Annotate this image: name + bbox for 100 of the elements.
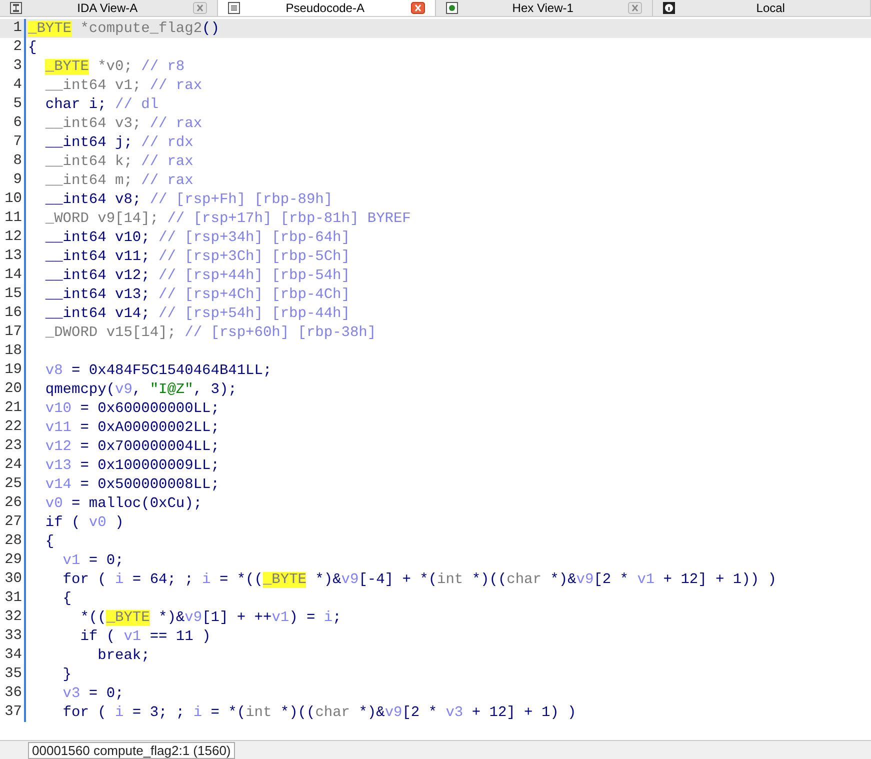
graph-icon xyxy=(10,2,22,14)
code-comment: // [rsp+17h] [rbp-81h] BYREF xyxy=(167,210,411,226)
line-number: 26 xyxy=(0,494,26,513)
code-text: __int64 v12; xyxy=(44,268,151,284)
code-text: _WORD v9[14]; xyxy=(44,210,160,226)
code-text: *(( xyxy=(79,610,106,626)
code-text: *)& xyxy=(314,572,342,588)
line-number: 29 xyxy=(0,551,26,570)
code-text: __int64 v10; xyxy=(44,230,151,246)
tab-label[interactable]: Local xyxy=(681,1,860,15)
code-text: __int64 v8; xyxy=(44,192,142,208)
code-comment: // [rsp+Fh] [rbp-89h] xyxy=(150,192,333,208)
code-text: char i; xyxy=(44,96,108,112)
code-text: { xyxy=(44,534,54,550)
code-text: = 0xA00000002LL; xyxy=(79,420,220,436)
variable-name: v12 xyxy=(44,438,72,454)
line-number: 18 xyxy=(0,342,26,361)
code-text: _DWORD v15[14]; xyxy=(44,324,177,340)
line-number: 22 xyxy=(0,418,26,437)
close-icon[interactable] xyxy=(410,2,424,14)
code-text: *compute_flag2 xyxy=(79,20,202,36)
line-number: 36 xyxy=(0,684,26,703)
line-number: 32 xyxy=(0,608,26,627)
code-text: char xyxy=(315,704,350,720)
line-number: 6 xyxy=(0,114,26,133)
code-text: *)& xyxy=(358,704,385,720)
tab[interactable]: IDA View-A xyxy=(0,0,218,16)
code-comment: // [rsp+54h] [rbp-44h] xyxy=(158,306,350,322)
line-number: 25 xyxy=(0,475,26,494)
code-text: = *( xyxy=(210,704,246,720)
variable-name: i xyxy=(202,572,211,588)
code-text: *)& xyxy=(158,610,185,626)
variable-name: v10 xyxy=(44,400,72,416)
tab[interactable]: Hex View-1 xyxy=(436,0,654,16)
code-text: break; xyxy=(96,648,150,664)
code-text: __int64 k; xyxy=(44,154,134,170)
tab-label[interactable]: IDA View-A xyxy=(28,1,187,15)
code-text: ) xyxy=(114,514,124,530)
code-text: int xyxy=(437,572,464,588)
code-text: + 12] + 1) ) xyxy=(470,704,576,720)
code-comment: // rax xyxy=(141,172,194,188)
variable-name: v9 xyxy=(115,382,132,398)
line-number: 27 xyxy=(0,513,26,532)
line-number: 31 xyxy=(0,589,26,608)
code-comment: // [rsp+34h] [rbp-64h] xyxy=(158,230,350,246)
line-number: 33 xyxy=(0,627,26,646)
code-text: = 0; xyxy=(88,686,124,702)
code-comment: // r8 xyxy=(141,58,185,74)
code-text: = 3; ; xyxy=(131,704,186,720)
line-number: 1 xyxy=(0,19,26,38)
code-text: *)(( xyxy=(279,704,316,720)
line-number: 28 xyxy=(0,532,26,551)
line-number: 20 xyxy=(0,380,26,399)
line-number: 24 xyxy=(0,456,26,475)
line-number: 10 xyxy=(0,190,26,209)
code-text: __int64 v14; xyxy=(44,306,151,322)
variable-name: i xyxy=(324,610,333,626)
code-text: = 0x484F5C1540464B41LL; xyxy=(70,362,272,378)
line-number: 19 xyxy=(0,361,26,380)
code-text: *)(( xyxy=(470,572,507,588)
line-number: 35 xyxy=(0,665,26,684)
close-icon[interactable] xyxy=(628,2,642,14)
variable-name: v14 xyxy=(44,476,72,492)
code-text: { xyxy=(28,40,37,56)
code-text: char xyxy=(506,572,542,588)
code-text: = 64; ; xyxy=(131,572,194,588)
line-number: 30 xyxy=(0,570,26,589)
code-text: if ( xyxy=(44,514,82,530)
code-text: for ( xyxy=(62,572,108,588)
code-text: = *(( xyxy=(218,572,263,588)
document-icon xyxy=(228,2,240,14)
line-number: 23 xyxy=(0,437,26,456)
code-text: , xyxy=(132,382,142,398)
string-literal: "I@Z" xyxy=(150,382,194,398)
tab-label[interactable]: Pseudocode-A xyxy=(246,1,404,15)
line-number: 15 xyxy=(0,285,26,304)
variable-name: v9 xyxy=(384,704,402,720)
code-text: = 0x100000009LL; xyxy=(79,458,220,474)
variable-name: v1 xyxy=(62,552,80,568)
line-number: 9 xyxy=(0,171,26,190)
variable-name: v9 xyxy=(576,572,594,588)
variable-name: v1 xyxy=(124,628,142,644)
code-text: int xyxy=(246,704,272,720)
variable-name: v13 xyxy=(44,458,72,474)
variable-name: v9 xyxy=(341,572,359,588)
tab[interactable]: Pseudocode-A xyxy=(218,0,436,16)
code-text: = 0x700000004LL; xyxy=(79,438,220,454)
tab-label[interactable]: Hex View-1 xyxy=(464,1,622,15)
line-number: 11 xyxy=(0,209,26,228)
code-comment: // rax xyxy=(150,116,202,132)
variable-name: v9 xyxy=(184,610,202,626)
tab[interactable]: Local xyxy=(653,0,871,16)
code-text: __int64 j; xyxy=(44,134,134,150)
variable-name: v1 xyxy=(272,610,290,626)
variable-name: v3 xyxy=(62,686,80,702)
close-icon[interactable] xyxy=(192,2,207,14)
code-text: ; xyxy=(332,610,342,626)
variable-name: v11 xyxy=(44,420,72,436)
variable-name: v0 xyxy=(88,514,106,530)
code-text: () xyxy=(202,20,220,36)
